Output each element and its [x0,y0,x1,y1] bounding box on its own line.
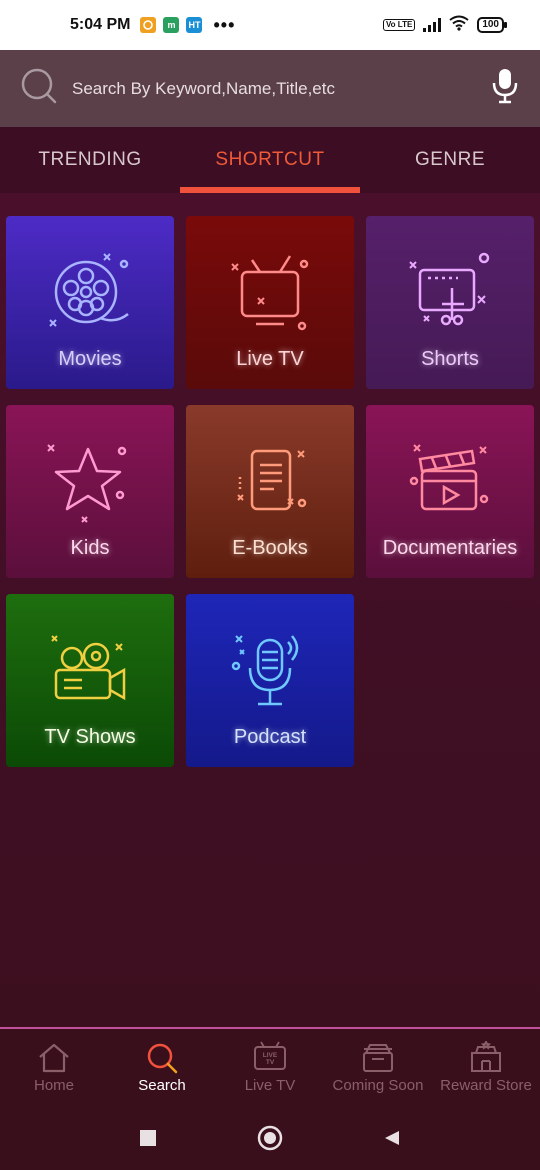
search-bar[interactable]: Search By Keyword,Name,Title,etc [0,50,540,127]
signal-icon [423,18,442,32]
nav-label: Home [33,1076,74,1094]
nav-label: Search [138,1076,186,1094]
nav-reward-store[interactable]: Reward Store [432,1029,540,1105]
volte-icon: Vo LTE [382,19,416,31]
svg-text:TV: TV [266,1059,275,1066]
video-camera-icon [51,635,126,701]
shortcut-documentaries[interactable]: Documentaries [366,405,534,578]
coming-soon-icon [363,1043,393,1072]
shortcut-live-tv[interactable]: Live TV [186,216,354,389]
shortcut-movies[interactable]: Movies [6,216,174,389]
shortcut-tv-shows[interactable]: TV Shows [6,594,174,767]
news-notification-icon: HT [186,17,203,33]
mail-notification-icon: m [163,17,180,33]
shortcut-label: Documentaries [382,537,518,559]
nav-search[interactable]: Search [108,1029,216,1105]
nav-coming-soon[interactable]: Coming Soon [324,1029,432,1105]
reward-store-icon [471,1040,501,1072]
shortcut-label: TV Shows [44,726,136,748]
svg-text:LIVE: LIVE [263,1052,278,1059]
microphone-icon[interactable] [490,67,520,110]
shortcut-label: Kids [70,537,110,559]
tab-genre[interactable]: GENRE [360,127,540,193]
back-triangle-icon [385,1130,399,1145]
home-button[interactable] [255,1123,285,1153]
recents-button[interactable] [133,1123,163,1153]
tv-icon [231,255,309,331]
search-icon[interactable] [20,67,58,110]
shortcut-ebooks[interactable]: E-Books [186,405,354,578]
search-input[interactable]: Search By Keyword,Name,Title,etc [72,79,490,99]
shortcut-label: Movies [58,348,122,370]
nav-home[interactable]: Home [0,1029,108,1105]
square-icon [140,1129,156,1146]
search-icon [147,1043,178,1073]
nav-label: Coming Soon [332,1076,424,1094]
tab-trending[interactable]: TRENDING [0,127,180,193]
clapperboard-icon [409,444,489,511]
shortcut-label: Podcast [233,726,307,748]
back-button[interactable] [377,1123,407,1153]
status-bar: 5:04 PM m HT ••• Vo LTE 100 [0,0,540,50]
shortcut-kids[interactable]: Kids [6,405,174,578]
shortcut-podcast[interactable]: Podcast [186,594,354,767]
tab-shortcut[interactable]: SHORTCUT [180,127,360,193]
status-time: 5:04 PM [70,16,131,33]
ebook-reader-icon [237,449,307,511]
shortcut-shorts[interactable]: Shorts [366,216,534,389]
circle-icon [257,1125,283,1150]
shortcut-grid: Movies Live TV Shorts Kids E-Books Docum… [0,193,540,767]
shortcut-label: Shorts [421,348,479,370]
film-reel-icon [49,253,129,327]
app-notification-icon [140,17,157,33]
live-tv-icon: LIVE TV [254,1041,286,1070]
video-edit-icon [409,252,490,326]
home-icon [39,1043,69,1072]
bottom-nav: Home Search LIVE TV Live TV Coming Soon [0,1027,540,1105]
nav-label: Live TV [244,1076,296,1094]
more-notifications-icon: ••• [213,14,236,35]
wifi-icon [449,15,469,36]
shortcut-label: Live TV [236,348,304,370]
nav-live-tv[interactable]: LIVE TV Live TV [216,1029,324,1105]
system-navigation-bar [0,1105,540,1170]
nav-label: Reward Store [440,1076,532,1094]
battery-icon: 100 [477,17,507,33]
category-tabs: TRENDING SHORTCUT GENRE [0,127,540,193]
star-icon [47,444,127,523]
microphone-icon [231,635,299,706]
shortcut-label: E-Books [232,537,308,559]
